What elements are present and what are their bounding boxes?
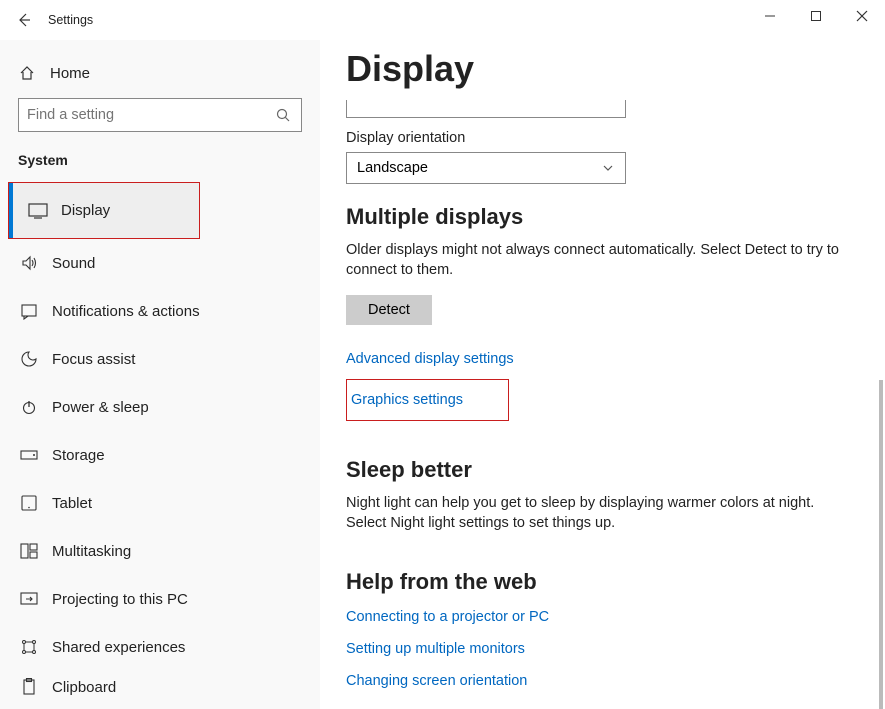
sidebar-item-storage[interactable]: Storage xyxy=(0,431,320,479)
sidebar-item-label: Storage xyxy=(52,447,105,464)
sidebar-item-label: Tablet xyxy=(52,495,92,512)
page-title: Display xyxy=(346,48,885,90)
sidebar-item-tablet[interactable]: Tablet xyxy=(0,479,320,527)
graphics-settings-link[interactable]: Graphics settings xyxy=(351,392,463,408)
detect-button[interactable]: Detect xyxy=(346,295,432,325)
home-icon xyxy=(18,64,40,82)
sidebar-item-label: Focus assist xyxy=(52,351,135,368)
sidebar-item-label: Multitasking xyxy=(52,543,131,560)
sidebar-item-label: Notifications & actions xyxy=(52,303,200,320)
sleep-better-heading: Sleep better xyxy=(346,457,885,483)
sidebar-item-sound[interactable]: Sound xyxy=(0,239,320,287)
sidebar-item-power-sleep[interactable]: Power & sleep xyxy=(0,383,320,431)
help-link-orientation[interactable]: Changing screen orientation xyxy=(346,673,527,689)
orientation-label: Display orientation xyxy=(346,130,885,146)
sidebar-item-multitasking[interactable]: Multitasking xyxy=(0,527,320,575)
sidebar: Home System Display Sound Notifications … xyxy=(0,40,320,709)
chevron-down-icon xyxy=(601,161,615,175)
sidebar-item-label: Clipboard xyxy=(52,679,116,696)
sidebar-item-display[interactable]: Display xyxy=(9,183,199,238)
home-link[interactable]: Home xyxy=(0,58,320,98)
back-button[interactable] xyxy=(8,4,40,36)
search-input-container[interactable] xyxy=(18,98,302,132)
orientation-dropdown[interactable]: Landscape xyxy=(346,152,626,184)
search-icon xyxy=(275,107,291,123)
maximize-button[interactable] xyxy=(793,0,839,32)
sidebar-item-label: Display xyxy=(61,202,110,219)
multiple-displays-desc: Older displays might not always connect … xyxy=(346,240,885,281)
multitasking-icon xyxy=(18,543,40,559)
sidebar-item-focus-assist[interactable]: Focus assist xyxy=(0,335,320,383)
sidebar-item-notifications[interactable]: Notifications & actions xyxy=(0,287,320,335)
sidebar-item-projecting[interactable]: Projecting to this PC xyxy=(0,575,320,623)
tablet-icon xyxy=(18,495,40,511)
content-area: Display Display orientation Landscape Mu… xyxy=(320,40,885,709)
storage-icon xyxy=(18,448,40,462)
projecting-icon xyxy=(18,591,40,607)
minimize-button[interactable] xyxy=(747,0,793,32)
advanced-display-link[interactable]: Advanced display settings xyxy=(346,351,514,367)
shared-icon xyxy=(18,638,40,656)
sound-icon xyxy=(18,254,40,272)
sidebar-item-clipboard[interactable]: Clipboard xyxy=(0,671,320,703)
sidebar-item-label: Sound xyxy=(52,255,95,272)
truncated-dropdown[interactable] xyxy=(346,100,626,118)
sidebar-item-label: Shared experiences xyxy=(52,639,185,656)
help-heading: Help from the web xyxy=(346,569,885,595)
focus-assist-icon xyxy=(18,350,40,368)
category-heading: System xyxy=(0,152,320,182)
sidebar-item-shared-experiences[interactable]: Shared experiences xyxy=(0,623,320,671)
multiple-displays-heading: Multiple displays xyxy=(346,204,885,230)
help-link-projector[interactable]: Connecting to a projector or PC xyxy=(346,609,549,625)
search-input[interactable] xyxy=(27,107,293,123)
notifications-icon xyxy=(18,302,40,320)
sleep-better-desc: Night light can help you get to sleep by… xyxy=(346,493,846,534)
close-button[interactable] xyxy=(839,0,885,32)
power-icon xyxy=(18,398,40,416)
orientation-value: Landscape xyxy=(357,160,428,176)
clipboard-icon xyxy=(18,678,40,696)
scrollbar[interactable] xyxy=(879,380,883,709)
home-label: Home xyxy=(50,65,90,82)
help-link-monitors[interactable]: Setting up multiple monitors xyxy=(346,641,525,657)
sidebar-item-label: Projecting to this PC xyxy=(52,591,188,608)
window-title: Settings xyxy=(48,13,93,27)
display-icon xyxy=(27,203,49,219)
sidebar-item-label: Power & sleep xyxy=(52,399,149,416)
